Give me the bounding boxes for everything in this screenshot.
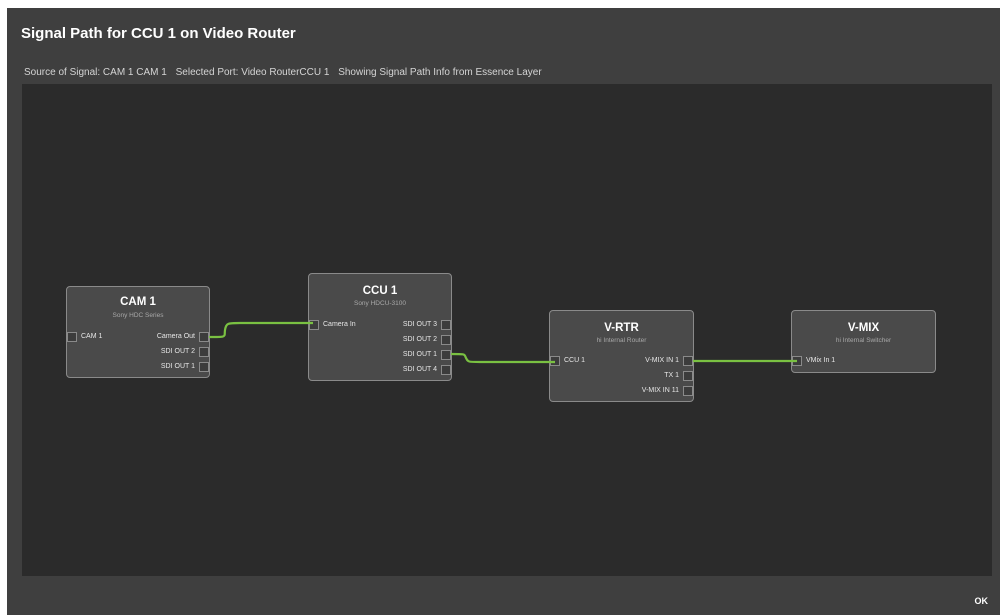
input-port[interactable]: VMix In 1 [792,356,862,366]
output-port[interactable]: V-MIX IN 11 [603,386,693,396]
node-title: V-RTR [604,322,639,334]
dialog-title: Signal Path for CCU 1 on Video Router [21,25,296,42]
output-port[interactable]: SDI OUT 1 [361,350,451,360]
output-port[interactable]: V-MIX IN 1 [603,356,693,366]
layer-info-text: Showing Signal Path Info from Essence La… [338,67,542,78]
port-connector-icon[interactable] [441,350,451,360]
output-port[interactable]: Camera Out [119,332,209,342]
port-connector-icon[interactable] [441,365,451,375]
node-cam-1[interactable]: CAM 1 Sony HDC Series CAM 1 Camera Out S… [66,286,210,378]
node-subtitle: Sony HDCU-3100 [353,300,407,307]
port-connector-icon[interactable] [199,347,209,357]
node-v-rtr[interactable]: V-RTR hi Internal Router CCU 1 V-MIX IN … [549,310,694,402]
port-connector-icon[interactable] [309,320,319,330]
node-title: CCU 1 [362,285,398,297]
port-connector-icon[interactable] [683,371,693,381]
port-connector-icon[interactable] [199,362,209,372]
port-connector-icon[interactable] [550,356,560,366]
output-port[interactable]: TX 1 [603,371,693,381]
node-ccu-1[interactable]: CCU 1 Sony HDCU-3100 Camera In SDI OUT 3… [308,273,452,381]
port-connector-icon[interactable] [199,332,209,342]
node-title: V-MIX [847,322,880,334]
selected-port-text: Selected Port: Video RouterCCU 1 [175,67,330,78]
port-connector-icon[interactable] [792,356,802,366]
output-port[interactable]: SDI OUT 2 [361,335,451,345]
output-port[interactable]: SDI OUT 1 [119,362,209,372]
input-port[interactable]: CCU 1 [550,356,610,366]
node-v-mix[interactable]: V-MIX hi Internal Switcher VMix In 1 [791,310,936,373]
output-port[interactable]: SDI OUT 4 [361,365,451,375]
port-connector-icon[interactable] [683,386,693,396]
signal-source-text: Source of Signal: CAM 1 CAM 1 [24,67,167,78]
output-port[interactable]: SDI OUT 3 [361,320,451,330]
port-connector-icon[interactable] [441,335,451,345]
port-connector-icon[interactable] [67,332,77,342]
node-subtitle: hi Internal Router [596,337,647,344]
output-port[interactable]: SDI OUT 2 [119,347,209,357]
signal-info-bar: Source of Signal: CAM 1 CAM 1 Selected P… [24,67,548,78]
port-connector-icon[interactable] [683,356,693,366]
node-subtitle: hi Internal Switcher [835,337,892,344]
input-port[interactable]: CAM 1 [67,332,127,342]
node-subtitle: Sony HDC Series [112,312,164,319]
port-connector-icon[interactable] [441,320,451,330]
ok-button[interactable]: OK [975,596,989,606]
node-title: CAM 1 [120,296,156,308]
